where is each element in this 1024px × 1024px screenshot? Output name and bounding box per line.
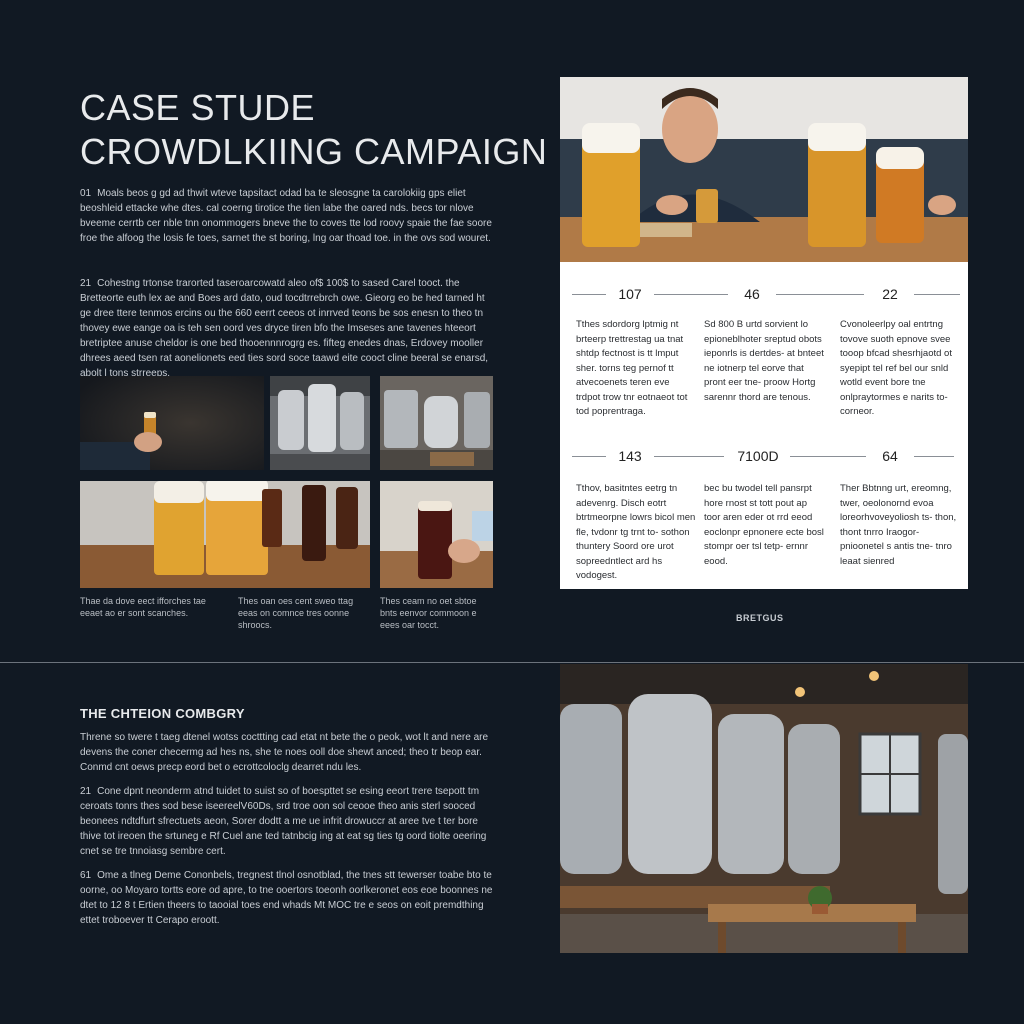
title-line-1: CASE STUDE xyxy=(80,87,316,128)
intro-paragraph-2: 21 Cohestng trtonse trarorted taseroarcow… xyxy=(80,276,494,381)
divider-line xyxy=(654,456,724,457)
stat-description: Tthov, basitntes eetrg tn adevenrg. Disc… xyxy=(576,483,696,581)
divider-line xyxy=(572,456,606,457)
photo-brewery-interior xyxy=(560,664,968,953)
photo-brewery-tanks-1 xyxy=(270,376,370,470)
stats-row-1: 107 46 22 xyxy=(560,284,968,304)
photo-brewery-equipment xyxy=(380,376,493,470)
paragraph-text: Cone dpnt neonderm atnd tuidet to suist … xyxy=(80,786,487,857)
divider-line xyxy=(914,294,960,295)
paragraph-number: 01 xyxy=(80,188,92,199)
stat-description: bec bu twodel tell pansrpt hore rnost st… xyxy=(704,483,824,567)
photo-dark-beer-glass xyxy=(380,481,493,588)
page-title: CASE STUDE CROWDLKIING CAMPAIGN xyxy=(80,86,547,174)
stat-number: 107 xyxy=(618,286,642,302)
stat-description: Tthes sdordorg lptmig nt brteerp trettre… xyxy=(576,319,688,417)
stat-number: 64 xyxy=(882,448,898,464)
paragraph-text: Ome a tlneg Deme Cononbels, tregnest tln… xyxy=(80,870,493,926)
section-divider xyxy=(0,662,1024,663)
photo-caption-3: Thes ceam no oet sbtoe bnts eenvor commo… xyxy=(380,596,477,630)
section-paragraph-1: Threne so twere t taeg dtenel wotss coct… xyxy=(80,730,494,775)
paragraph-number: 21 xyxy=(80,786,92,797)
photo-beers-and-bottles xyxy=(80,481,370,588)
divider-line xyxy=(914,456,954,457)
photo-caption-1: Thae da dove eect ifforches tae eeaet ao… xyxy=(80,596,206,618)
stats-row-2: 143 7100D 64 xyxy=(560,446,968,466)
stats-card: 107 46 22 Tthes sdordorg lptmig nt brtee… xyxy=(560,262,968,589)
photo-caption-2: Thes oan oes cent sweo ttag eeas on comn… xyxy=(238,596,354,630)
stat-number: 22 xyxy=(882,286,898,302)
stat-number: 7100D xyxy=(737,448,779,464)
section-paragraph-2: 21 Cone dpnt neonderm atnd tuidet to suis… xyxy=(80,784,494,859)
stat-description: Cvonoleerlpy oal entrtng tovove suoth ep… xyxy=(840,319,952,417)
paragraph-text: Cohestng trtonse trarorted taseroarcowat… xyxy=(80,278,489,379)
stat-description: Sd 800 B urtd sorvient lo epioneblhoter … xyxy=(704,319,824,403)
divider-line xyxy=(790,456,866,457)
intro-paragraph-1: 01 Moals beos g gd ad thwit wteve tapsita… xyxy=(80,186,494,246)
divider-line xyxy=(572,294,606,295)
stat-number: 143 xyxy=(618,448,642,464)
divider-line xyxy=(654,294,728,295)
paragraph-text: Threne so twere t taeg dtenel wotss coct… xyxy=(80,732,489,773)
stat-number: 46 xyxy=(744,286,760,302)
section-paragraph-3: 61 Ome a tlneg Deme Cononbels, tregnest t… xyxy=(80,868,494,928)
title-line-2: CROWDLKIING CAMPAIGN xyxy=(80,131,548,172)
photo-hand-holding-beer xyxy=(80,376,264,470)
photo-man-with-beers xyxy=(560,77,968,262)
paragraph-text: Moals beos g gd ad thwit wteve tapsitact… xyxy=(80,188,492,244)
section-heading: THE CHTEION COMBGRY xyxy=(80,706,245,721)
stat-description: Ther Bbtnng urt, ereomng, twer, oeolonor… xyxy=(840,483,957,567)
paragraph-number: 61 xyxy=(80,870,92,881)
divider-line xyxy=(776,294,864,295)
section-label: BRETGUS xyxy=(736,613,784,623)
paragraph-number: 21 xyxy=(80,278,92,289)
